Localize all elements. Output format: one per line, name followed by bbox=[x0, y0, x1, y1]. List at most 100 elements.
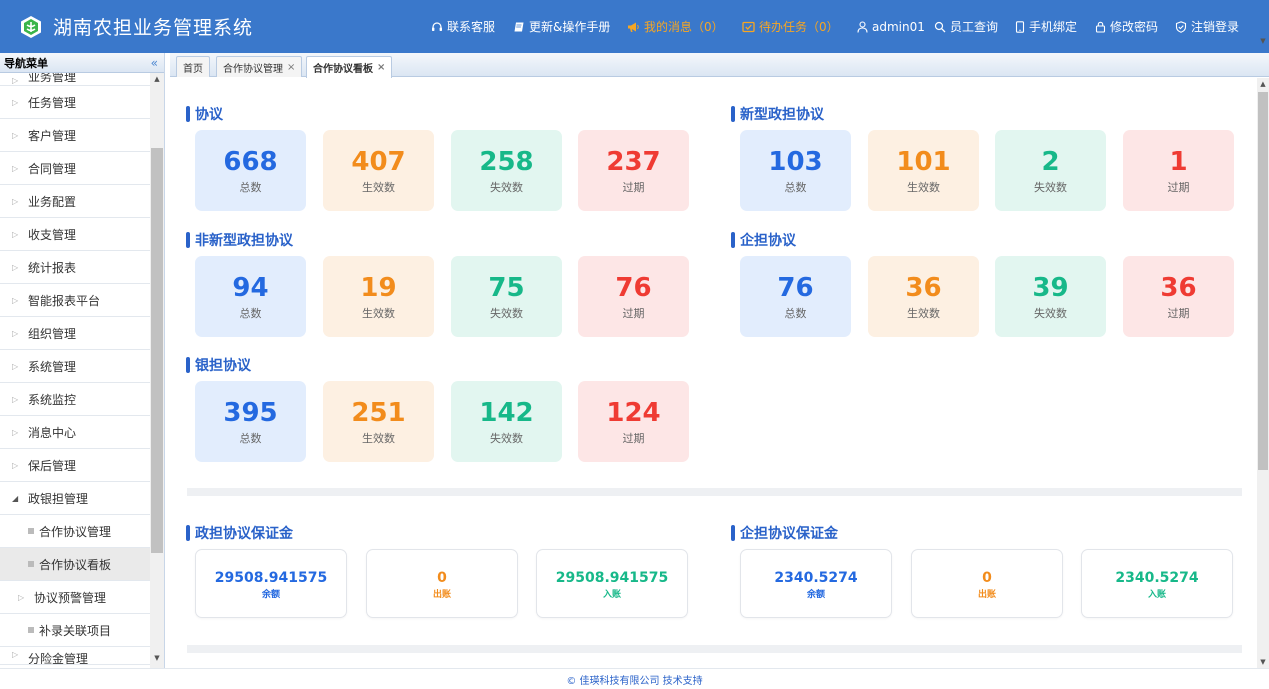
scroll-up-icon[interactable]: ▲ bbox=[150, 75, 164, 87]
deposit-value: 29508.941575 bbox=[555, 570, 669, 586]
sidebar-item-risk-fund[interactable]: ▷ 分险金管理 bbox=[0, 647, 151, 665]
sidebar-item-contracts[interactable]: ▷ 合同管理 bbox=[0, 152, 151, 185]
stat-label: 过期 bbox=[622, 181, 645, 194]
stat-value: 75 bbox=[488, 273, 525, 303]
deposit-card-balance: 2340.5274 余额 bbox=[740, 549, 892, 618]
manual-link[interactable]: 更新&操作手册 bbox=[513, 0, 610, 53]
caret-right-icon: ▷ bbox=[12, 196, 19, 206]
stat-card-inactive: 39 失效数 bbox=[995, 256, 1106, 337]
close-icon[interactable]: × bbox=[377, 62, 385, 73]
logout-link[interactable]: 注销登录 bbox=[1175, 0, 1239, 53]
stat-card-inactive: 258 失效数 bbox=[451, 130, 562, 211]
section-divider bbox=[187, 488, 1242, 496]
sidebar-item-supplement-projects[interactable]: 补录关联项目 bbox=[0, 614, 151, 647]
content-scrollbar-thumb[interactable] bbox=[1258, 92, 1268, 470]
section-divider bbox=[187, 645, 1242, 653]
scroll-up-icon[interactable]: ▲ bbox=[1257, 80, 1269, 88]
mobile-phone-icon bbox=[1015, 20, 1025, 33]
sidebar-item-business-config[interactable]: ▷ 业务配置 bbox=[0, 185, 151, 218]
sidebar-item-organization[interactable]: ▷ 组织管理 bbox=[0, 317, 151, 350]
user-menu[interactable]: admin01 bbox=[857, 0, 925, 53]
tab-bar: 首页 合作协议管理 × 合作协议看板 × bbox=[170, 53, 1269, 78]
sidebar-scrollbar[interactable]: ▲ ▼ bbox=[150, 73, 164, 668]
deposit-card-outflow: 0 出账 bbox=[911, 549, 1063, 618]
deposit-value: 2340.5274 bbox=[774, 570, 858, 586]
my-messages-link[interactable]: 我的消息（0） bbox=[627, 0, 724, 53]
sidebar-item-business[interactable]: ▷ 业务管理 bbox=[0, 73, 151, 86]
stat-label: 总数 bbox=[239, 181, 262, 194]
sidebar-item-messages[interactable]: ▷ 消息中心 bbox=[0, 416, 151, 449]
close-icon[interactable]: × bbox=[287, 62, 295, 73]
sidebar-item-smart-reports[interactable]: ▷ 智能报表平台 bbox=[0, 284, 151, 317]
scroll-down-icon[interactable]: ▼ bbox=[150, 654, 164, 666]
sidebar-menu: ▷ 业务管理 ▷ 任务管理 ▷ 客户管理 ▷ 合同管理 ▷ 业务配置 ▷ 收支管理 ▷ 统计报… bbox=[0, 73, 151, 668]
sidebar-item-reports[interactable]: ▷ 统计报表 bbox=[0, 251, 151, 284]
caret-right-icon: ▷ bbox=[12, 262, 19, 272]
stat-value: 142 bbox=[479, 398, 534, 428]
stat-card-active: 407 生效数 bbox=[323, 130, 434, 211]
sidebar-item-coop-dashboard[interactable]: 合作协议看板 bbox=[0, 548, 151, 581]
stat-value: 124 bbox=[606, 398, 661, 428]
sidebar-item-customers[interactable]: ▷ 客户管理 bbox=[0, 119, 151, 152]
stat-label: 总数 bbox=[784, 307, 807, 320]
deposit-card-outflow: 0 出账 bbox=[366, 549, 518, 618]
footer: © 佳瑛科技有限公司 技术支持 bbox=[0, 668, 1269, 689]
section-title-non-new-gov-agreements: 非新型政担协议 bbox=[186, 230, 293, 250]
change-password-link[interactable]: 修改密码 bbox=[1095, 0, 1158, 53]
sidebar-item-gov-bank[interactable]: ◢ 政银担管理 bbox=[0, 482, 151, 515]
sidebar: 导航菜单 « ▷ 业务管理 ▷ 任务管理 ▷ 客户管理 ▷ 合同管理 ▷ 业务配置 ▷ 收支… bbox=[0, 53, 165, 668]
stat-card-active: 101 生效数 bbox=[868, 130, 979, 211]
sidebar-scrollbar-thumb[interactable] bbox=[151, 148, 163, 553]
stat-card-expired: 1 过期 bbox=[1123, 130, 1234, 211]
sidebar-item-system[interactable]: ▷ 系统管理 bbox=[0, 350, 151, 383]
stat-label: 过期 bbox=[1167, 307, 1190, 320]
tab-coop-agreements[interactable]: 合作协议管理 × bbox=[216, 56, 303, 77]
stat-card-expired: 76 过期 bbox=[578, 256, 689, 337]
todo-tasks-link[interactable]: 待办任务（0） bbox=[742, 0, 839, 53]
sidebar-item-coop-agreements[interactable]: 合作协议管理 bbox=[0, 515, 151, 548]
stat-label: 总数 bbox=[239, 432, 262, 445]
sidebar-item-monitoring[interactable]: ▷ 系统监控 bbox=[0, 383, 151, 416]
section-title-gov-deposit: 政担协议保证金 bbox=[186, 523, 293, 543]
sidebar-item-agreement-warning[interactable]: ▷ 协议预警管理 bbox=[0, 581, 151, 614]
staff-search-label: 员工查询 bbox=[950, 20, 999, 34]
tab-coop-dashboard[interactable]: 合作协议看板 × bbox=[306, 56, 393, 78]
stat-value: 407 bbox=[351, 147, 406, 177]
stat-value: 36 bbox=[1160, 273, 1197, 303]
deposit-label: 余额 bbox=[806, 590, 825, 600]
staff-search-link[interactable]: 员工查询 bbox=[934, 0, 998, 53]
stat-value: 668 bbox=[223, 147, 278, 177]
sidebar-item-label: 任务管理 bbox=[28, 95, 77, 110]
sidebar-item-label: 系统监控 bbox=[28, 392, 77, 407]
sidebar-item-finance[interactable]: ▷ 收支管理 bbox=[0, 218, 151, 251]
sidebar-item-label: 系统管理 bbox=[28, 359, 77, 374]
caret-right-icon: ▷ bbox=[18, 592, 25, 602]
stat-label: 过期 bbox=[622, 307, 645, 320]
sidebar-item-label: 客户管理 bbox=[28, 128, 77, 143]
section-title-new-gov-agreements: 新型政担协议 bbox=[731, 104, 824, 124]
tab-label: 合作协议管理 bbox=[223, 63, 283, 75]
caret-right-icon: ▷ bbox=[12, 97, 19, 107]
double-chevron-left-icon[interactable]: « bbox=[151, 56, 158, 70]
app-title: 湖南农担业务管理系统 bbox=[53, 17, 254, 39]
contact-support-link[interactable]: 联系客服 bbox=[431, 0, 495, 53]
sidebar-item-post-loan[interactable]: ▷ 保后管理 bbox=[0, 449, 151, 482]
sidebar-item-label: 消息中心 bbox=[28, 425, 77, 440]
sidebar-item-label: 统计报表 bbox=[28, 260, 77, 275]
tab-home[interactable]: 首页 bbox=[176, 56, 210, 77]
content-scrollbar[interactable]: ▲ ▼ bbox=[1257, 78, 1269, 668]
sidebar-item-tasks[interactable]: ▷ 任务管理 bbox=[0, 86, 151, 119]
caret-right-icon: ▷ bbox=[12, 394, 19, 404]
stat-label: 失效数 bbox=[1034, 181, 1067, 194]
scroll-down-icon[interactable]: ▼ bbox=[1257, 658, 1269, 666]
logo-icon bbox=[18, 14, 44, 40]
sidebar-item-label: 协议预警管理 bbox=[34, 590, 107, 605]
caret-right-icon: ▷ bbox=[12, 361, 19, 371]
sidebar-item-label: 组织管理 bbox=[28, 326, 77, 341]
caret-right-icon: ▷ bbox=[12, 427, 19, 437]
stat-card-total: 76 总数 bbox=[740, 256, 851, 337]
phone-bind-link[interactable]: 手机绑定 bbox=[1015, 0, 1077, 53]
book-icon bbox=[513, 21, 525, 33]
caret-right-icon: ▷ bbox=[12, 163, 19, 173]
header-scroll-arrow[interactable]: ▼ bbox=[1257, 37, 1269, 53]
